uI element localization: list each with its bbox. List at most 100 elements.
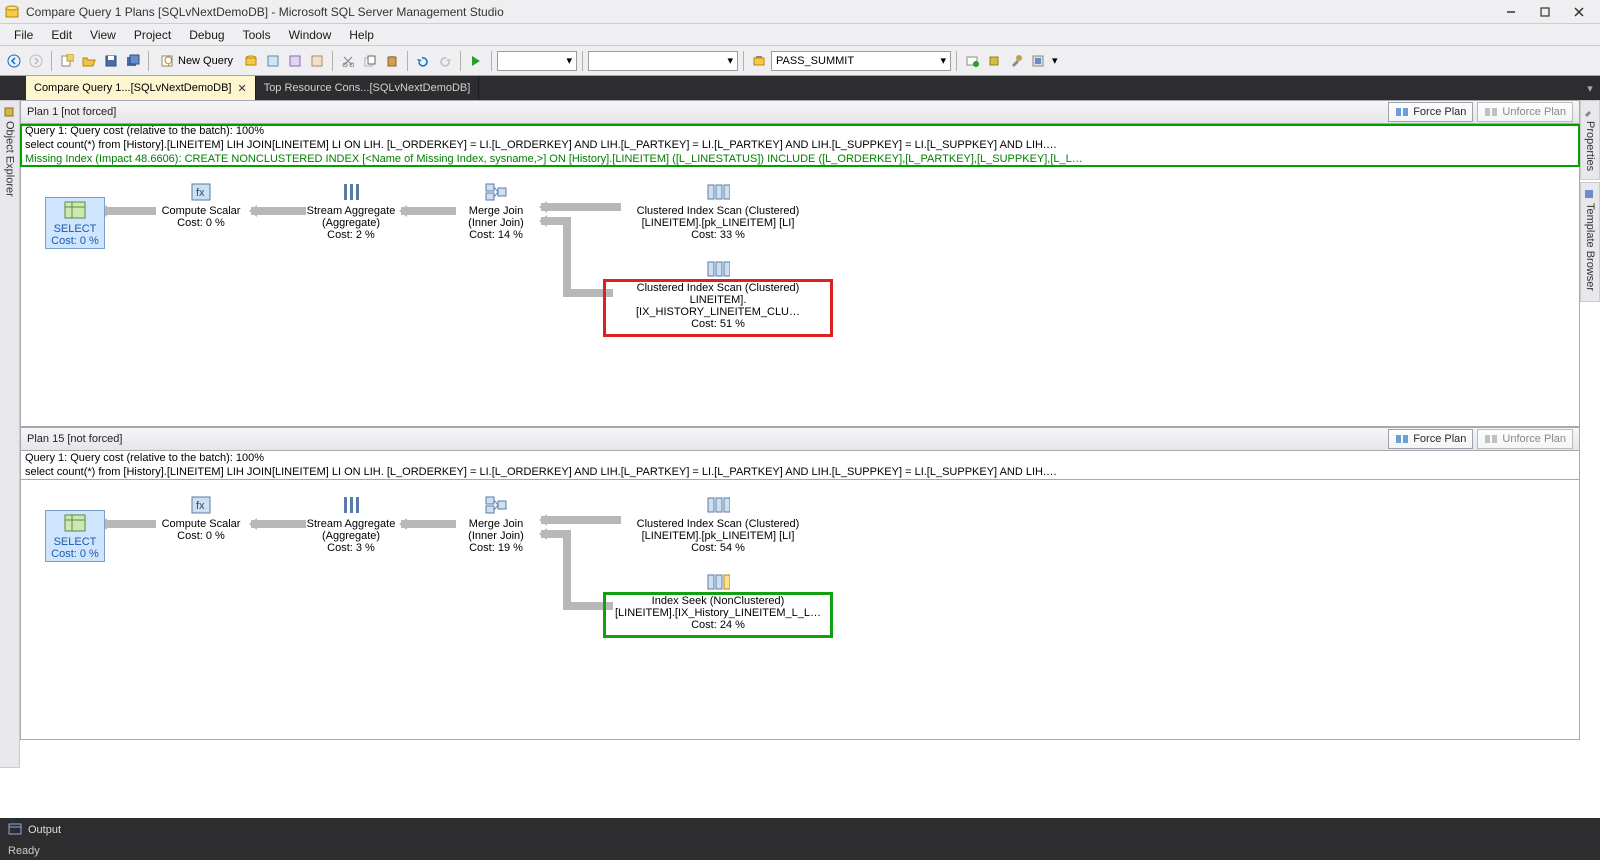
op-select[interactable]: SELECT Cost: 0 %: [45, 510, 105, 562]
missing-index-line: Missing Index (Impact 48.6606): CREATE N…: [21, 152, 1579, 166]
tab-compare-query[interactable]: Compare Query 1...[SQLvNextDemoDB] ✕: [26, 76, 256, 100]
scan-icon: [706, 258, 730, 280]
aggregate-icon: [339, 181, 363, 203]
activity-icon[interactable]: [962, 50, 982, 72]
merge-icon: [484, 494, 508, 516]
menu-edit[interactable]: Edit: [43, 26, 80, 44]
plan2-query-text: Query 1: Query cost (relative to the bat…: [20, 451, 1580, 480]
open-icon[interactable]: [79, 50, 99, 72]
plan1-header: Plan 1 [not forced] Force Plan Unforce P…: [20, 100, 1580, 124]
aggregate-icon: [339, 494, 363, 516]
menu-window[interactable]: Window: [281, 26, 340, 44]
mdx-icon[interactable]: [263, 50, 283, 72]
menubar: File Edit View Project Debug Tools Windo…: [0, 24, 1600, 46]
output-icon: [8, 823, 22, 838]
solution-config-dropdown[interactable]: ▾: [497, 51, 577, 71]
unforce-plan-button[interactable]: Unforce Plan: [1477, 102, 1573, 122]
output-panel-header[interactable]: Output: [0, 818, 1600, 842]
object-explorer-panel[interactable]: Object Explorer: [0, 100, 20, 768]
undo-icon[interactable]: [413, 50, 433, 72]
plan2-title: Plan 15 [not forced]: [27, 433, 122, 445]
close-button[interactable]: [1562, 0, 1596, 24]
query-sql-line: select count(*) from [History].[LINEITEM…: [21, 138, 1579, 152]
start-debug-icon[interactable]: [466, 50, 486, 72]
scan-icon: [706, 494, 730, 516]
tabs-overflow-icon[interactable]: ▾: [1580, 76, 1600, 100]
tab-label: Top Resource Cons...[SQLvNextDemoDB]: [264, 82, 471, 94]
document-tabs: Compare Query 1...[SQLvNextDemoDB] ✕ Top…: [0, 76, 1600, 100]
op-index-seek[interactable]: Index Seek (NonClustered) [LINEITEM].[IX…: [603, 592, 833, 638]
unforce-icon: [1484, 433, 1498, 445]
seek-icon: [706, 571, 730, 593]
svg-text:fx: fx: [196, 187, 205, 199]
toolbar: Q New Query ▾ ▾ PASS_SUMMIT ▾ ▾: [0, 46, 1600, 76]
maximize-button[interactable]: [1528, 0, 1562, 24]
database-value: PASS_SUMMIT: [776, 55, 854, 67]
menu-tools[interactable]: Tools: [235, 26, 279, 44]
menu-file[interactable]: File: [6, 26, 41, 44]
unforce-plan-button[interactable]: Unforce Plan: [1477, 429, 1573, 449]
new-query-label: New Query: [178, 55, 233, 67]
copy-icon[interactable]: [360, 50, 380, 72]
titlebar: Compare Query 1 Plans [SQLvNextDemoDB] -…: [0, 0, 1600, 24]
nav-fwd-icon[interactable]: [26, 50, 46, 72]
op-clustered-scan-top[interactable]: Clustered Index Scan (Clustered) [LINEIT…: [613, 181, 823, 241]
tab-top-resource[interactable]: Top Resource Cons...[SQLvNextDemoDB]: [256, 76, 480, 100]
op-merge-join[interactable]: Merge Join (Inner Join) Cost: 19 %: [451, 494, 541, 554]
op-stream-aggregate[interactable]: Stream Aggregate (Aggregate) Cost: 2 %: [301, 181, 401, 241]
menu-debug[interactable]: Debug: [181, 26, 232, 44]
op-stream-aggregate[interactable]: Stream Aggregate (Aggregate) Cost: 3 %: [301, 494, 401, 554]
target-dropdown[interactable]: ▾: [588, 51, 738, 71]
redo-icon[interactable]: [435, 50, 455, 72]
properties-panel[interactable]: Properties: [1580, 100, 1600, 180]
output-label: Output: [28, 824, 61, 836]
nav-back-icon[interactable]: [4, 50, 24, 72]
panel-label: Template Browser: [1584, 203, 1596, 291]
plan1-canvas[interactable]: SELECT Cost: 0 % fx Compute Scalar Cost:…: [20, 167, 1580, 427]
plan1-query-text: Query 1: Query cost (relative to the bat…: [20, 124, 1580, 167]
cut-icon[interactable]: [338, 50, 358, 72]
query-cost-line: Query 1: Query cost (relative to the bat…: [21, 451, 1579, 465]
force-icon: [1395, 106, 1409, 118]
database-dropdown[interactable]: PASS_SUMMIT ▾: [771, 51, 951, 71]
dmx-icon[interactable]: [285, 50, 305, 72]
template-browser-panel[interactable]: Template Browser: [1580, 182, 1600, 302]
force-plan-button[interactable]: Force Plan: [1388, 429, 1473, 449]
panel-label: Object Explorer: [4, 121, 16, 197]
svg-text:fx: fx: [196, 500, 205, 512]
op-compute-scalar[interactable]: fx Compute Scalar Cost: 0 %: [151, 494, 251, 542]
query-cost-line: Query 1: Query cost (relative to the bat…: [21, 124, 1579, 138]
menu-view[interactable]: View: [82, 26, 124, 44]
compute-icon: fx: [189, 181, 213, 203]
op-merge-join[interactable]: Merge Join (Inner Join) Cost: 14 %: [451, 181, 541, 241]
registered-icon[interactable]: [984, 50, 1004, 72]
main-content: Plan 1 [not forced] Force Plan Unforce P…: [20, 100, 1580, 816]
merge-icon: [484, 181, 508, 203]
save-all-icon[interactable]: [123, 50, 143, 72]
options-icon[interactable]: [1028, 50, 1048, 72]
op-compute-scalar[interactable]: fx Compute Scalar Cost: 0 %: [151, 181, 251, 229]
connect-icon[interactable]: [749, 50, 769, 72]
op-clustered-scan-bottom[interactable]: Clustered Index Scan (Clustered) LINEITE…: [603, 279, 833, 337]
plan2-canvas[interactable]: SELECT Cost: 0 % fx Compute Scalar Cost:…: [20, 480, 1580, 740]
select-icon: [63, 512, 87, 534]
new-query-button[interactable]: Q New Query: [154, 50, 239, 72]
query-sql-line: select count(*) from [History].[LINEITEM…: [21, 465, 1579, 479]
pin-icon: [5, 107, 15, 117]
new-project-icon[interactable]: [57, 50, 77, 72]
tools-icon[interactable]: [1006, 50, 1026, 72]
save-icon[interactable]: [101, 50, 121, 72]
paste-icon[interactable]: [382, 50, 402, 72]
xmla-icon[interactable]: [307, 50, 327, 72]
menu-help[interactable]: Help: [341, 26, 382, 44]
compute-icon: fx: [189, 494, 213, 516]
op-select[interactable]: SELECT Cost: 0 %: [45, 197, 105, 249]
force-plan-button[interactable]: Force Plan: [1388, 102, 1473, 122]
op-clustered-scan[interactable]: Clustered Index Scan (Clustered) [LINEIT…: [613, 494, 823, 554]
minimize-button[interactable]: [1494, 0, 1528, 24]
db-engine-icon[interactable]: [241, 50, 261, 72]
menu-project[interactable]: Project: [126, 26, 179, 44]
close-icon[interactable]: ✕: [237, 82, 246, 95]
wrench-icon: [1585, 107, 1595, 117]
app-icon: [4, 4, 20, 20]
